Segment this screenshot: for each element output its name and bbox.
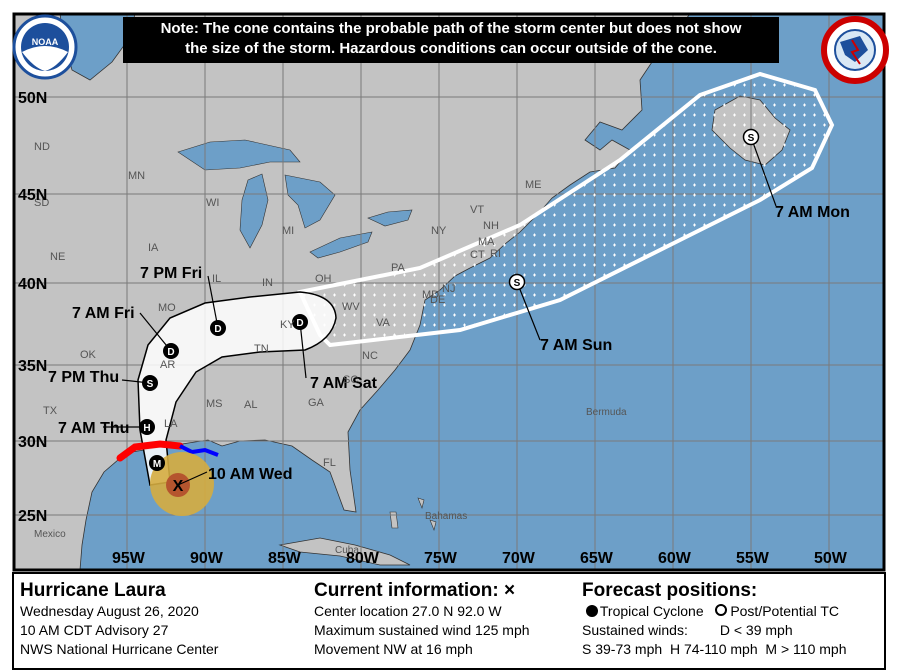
lat-label: 40N	[18, 276, 47, 293]
lon-label: 75W	[424, 550, 458, 567]
track-point-d: D	[214, 324, 221, 335]
noaa-logo: NOAA	[12, 14, 78, 80]
state-label: MN	[128, 170, 145, 182]
nws-logo	[821, 16, 889, 84]
state-label: OK	[80, 349, 97, 361]
place-label: Bahamas	[425, 511, 467, 522]
lat-label: 45N	[18, 187, 47, 204]
state-label: WI	[206, 197, 219, 209]
state-label: VA	[376, 317, 391, 329]
time-label: 7 AM Thu	[58, 420, 129, 437]
lon-label: 95W	[112, 550, 146, 567]
state-label: RI	[490, 248, 501, 260]
state-label: IL	[212, 273, 221, 285]
forecast-key: Forecast positions: Tropical Cyclone Pos…	[582, 580, 846, 659]
storm-info: Hurricane Laura Wednesday August 26, 202…	[20, 580, 218, 659]
time-label: 7 AM Mon	[775, 204, 850, 221]
state-label: GA	[308, 397, 325, 409]
lon-label: 55W	[736, 550, 770, 567]
max-wind: Maximum sustained wind 125 mph	[314, 622, 530, 638]
time-label: 7 AM Fri	[72, 305, 135, 322]
time-label: 7 PM Fri	[140, 265, 202, 282]
current-info-title: Current information: ×	[314, 580, 516, 601]
track-point-m: M	[153, 459, 161, 470]
place-label: Bermuda	[586, 407, 627, 418]
wind-s: S 39-73 mph	[582, 641, 663, 657]
storm-name: Hurricane Laura	[20, 580, 166, 601]
state-label: KY	[280, 319, 295, 331]
state-label: NC	[362, 350, 378, 362]
state-label: AR	[160, 359, 175, 371]
state-label: TX	[43, 405, 58, 417]
legend-panel: Hurricane Laura Wednesday August 26, 202…	[12, 572, 886, 670]
lon-label: 70W	[502, 550, 536, 567]
state-label: ME	[525, 179, 542, 191]
time-label: 10 AM Wed	[208, 466, 292, 483]
lat-label: 35N	[18, 358, 47, 375]
state-label: WV	[342, 301, 360, 313]
state-label: NY	[431, 225, 447, 237]
track-point-s-post: S	[748, 133, 755, 144]
advisory-date: Wednesday August 26, 2020	[20, 603, 199, 619]
lat-label: 50N	[18, 90, 47, 107]
time-label: 7 AM Sun	[540, 337, 612, 354]
post-tc-circle-icon	[715, 604, 728, 616]
state-label: SC	[343, 374, 358, 386]
lon-label: 80W	[346, 550, 380, 567]
wind-d: D < 39 mph	[719, 622, 793, 638]
state-label: CT	[470, 249, 485, 261]
state-label: NE	[50, 251, 65, 263]
issuing-center: NWS National Hurricane Center	[20, 641, 219, 657]
place-label: Mexico	[34, 529, 66, 540]
cone-disclaimer-note: Note: The cone contains the probable pat…	[123, 17, 779, 63]
lon-label: 85W	[268, 550, 302, 567]
current-position-marker: X	[173, 478, 184, 495]
tropical-cyclone-dot-icon	[585, 605, 598, 617]
state-label: MI	[282, 225, 294, 237]
time-label: 7 PM Thu	[48, 369, 119, 386]
noaa-logo-text: NOAA	[32, 37, 59, 47]
lon-label: 65W	[580, 550, 614, 567]
state-label: LA	[164, 418, 178, 430]
state-label: ND	[34, 141, 50, 153]
advisory-number: 10 AM CDT Advisory 27	[20, 622, 169, 638]
state-label: TN	[254, 343, 269, 355]
state-label: OH	[315, 273, 332, 285]
ptc-label: Post/Potential TC	[730, 603, 839, 619]
lon-label: 90W	[190, 550, 224, 567]
state-label: AL	[244, 399, 257, 411]
state-label: MO	[158, 302, 176, 314]
state-label: NH	[483, 220, 499, 232]
track-point-d: D	[167, 347, 174, 358]
wind-h: H 74-110 mph	[669, 641, 758, 657]
note-line: Note: The cone contains the probable pat…	[160, 20, 742, 37]
state-label: FL	[323, 457, 336, 469]
state-label: VT	[470, 204, 484, 216]
track-point-s: S	[147, 379, 154, 390]
lat-label: 30N	[18, 434, 47, 451]
state-label: DE	[430, 294, 445, 306]
state-label: IA	[148, 242, 159, 254]
wind-m: M > 110 mph	[765, 641, 847, 657]
winds-label: Sustained winds:	[582, 622, 688, 638]
state-label: IN	[262, 277, 273, 289]
track-point-h: H	[143, 423, 150, 434]
lon-label: 60W	[658, 550, 692, 567]
track-point-d: D	[296, 318, 303, 329]
state-label: PA	[391, 262, 406, 274]
tc-label: Tropical Cyclone	[599, 603, 704, 619]
current-info: Current information: × Center location 2…	[314, 580, 530, 659]
lat-label: 25N	[18, 508, 47, 525]
note-line: the size of the storm. Hazardous conditi…	[185, 40, 717, 57]
track-point-s-post: S	[514, 278, 521, 289]
center-location: Center location 27.0 N 92.0 W	[314, 603, 502, 619]
state-label: MA	[478, 236, 495, 248]
movement: Movement NW at 16 mph	[314, 641, 473, 657]
state-label: MS	[206, 398, 223, 410]
lon-label: 50W	[814, 550, 848, 567]
forecast-title: Forecast positions:	[582, 580, 758, 601]
